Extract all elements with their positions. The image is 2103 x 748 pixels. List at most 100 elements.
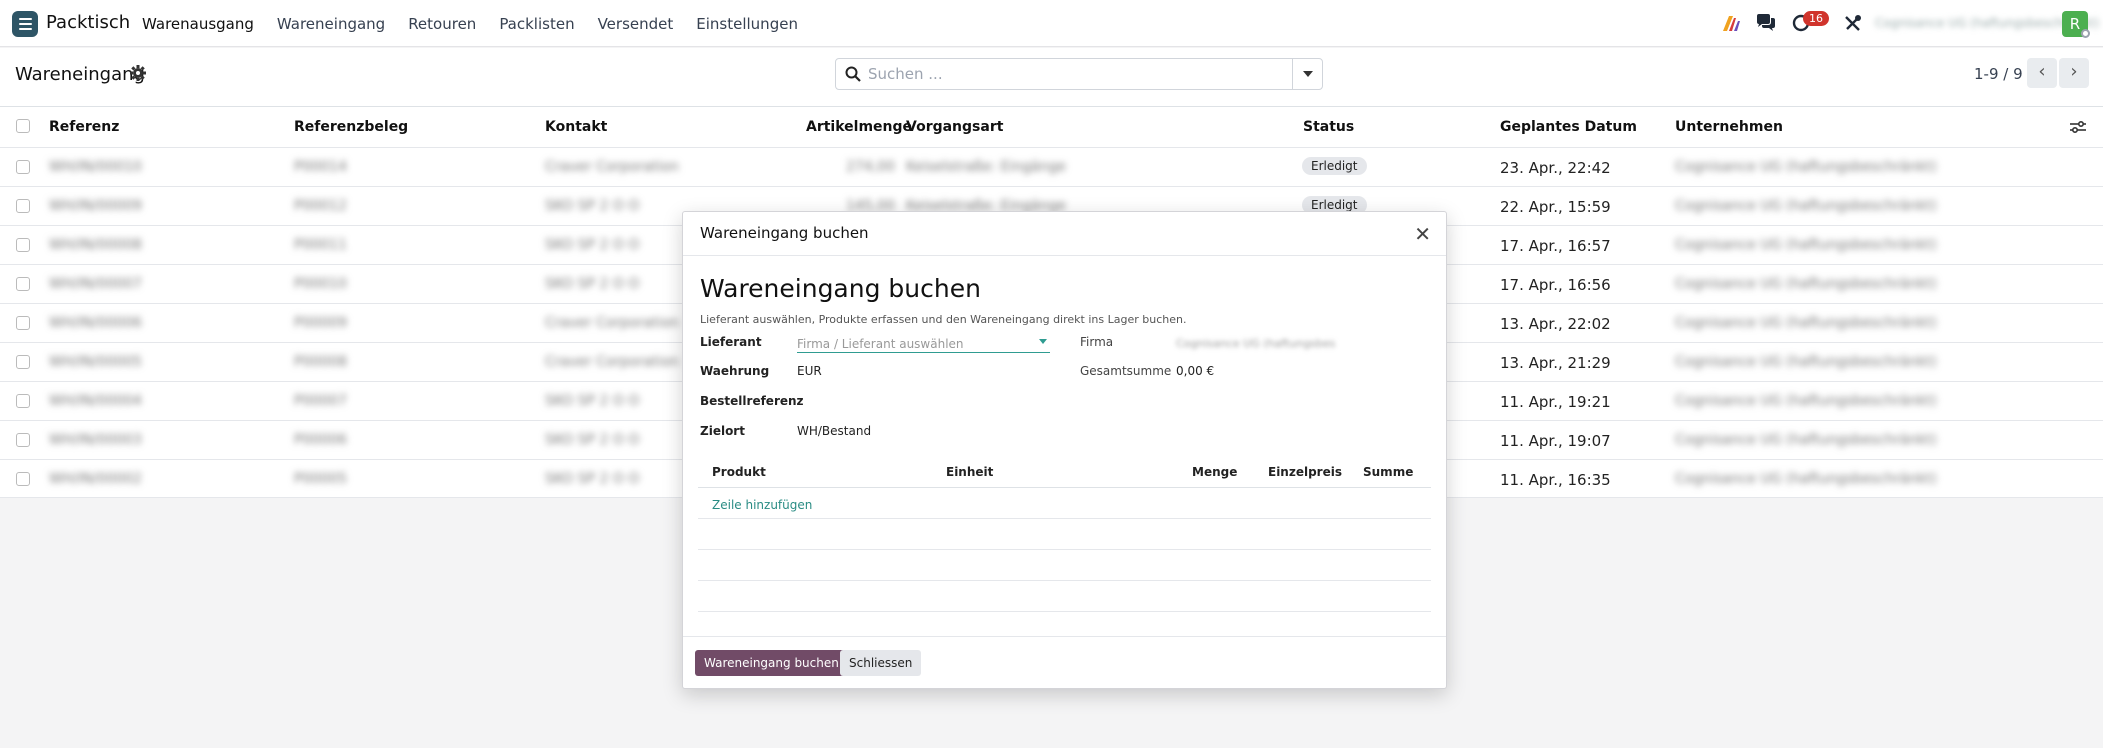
cell-artikelmenge: 274,00 [846,159,895,175]
cell-kontakt: SKO SP 2 O O [545,198,640,214]
column-produkt: Produkt [712,465,766,479]
currency-label: Waehrung [700,364,770,378]
menu-wareneingang[interactable]: Wareneingang [277,15,385,33]
control-panel: Wareneingang 1-9 / 9 ‹ › [0,48,2103,106]
cell-kontakt: SKO SP 2 O O [545,471,640,487]
cell-geplantes-datum: 13. Apr., 22:02 [1500,315,1611,333]
menu-einstellungen[interactable]: Einstellungen [696,15,798,33]
select-all-checkbox[interactable] [16,119,30,133]
gear-icon[interactable] [130,65,146,81]
column-summe: Summe [1363,465,1414,479]
app-logo-icon[interactable] [12,11,38,37]
currency-value[interactable]: EUR [797,364,822,378]
column-menge: Menge [1192,465,1238,479]
status-badge: Erledigt [1302,157,1367,175]
menu-versendet[interactable]: Versendet [598,15,674,33]
ai-icon[interactable] [1722,14,1742,32]
cell-kontakt: Craver Corporation [545,354,679,370]
cell-geplantes-datum: 17. Apr., 16:57 [1500,237,1611,255]
cell-referenzbeleg: P00005 [294,471,347,487]
row-checkbox[interactable] [16,238,30,252]
cell-referenz: WH/IN/00006 [49,315,142,331]
column-einzelpreis: Einzelpreis [1268,465,1342,479]
row-checkbox[interactable] [16,433,30,447]
cell-referenzbeleg: P00007 [294,393,347,409]
cell-referenz: WH/IN/00008 [49,237,142,253]
cell-kontakt: Craver Corporation [545,315,679,331]
optional-columns-icon[interactable] [2070,120,2086,134]
supplier-input[interactable] [797,337,1032,351]
cell-unternehmen: Cognisance UG (haftungsbeschränkt) [1675,276,1937,292]
cell-referenzbeleg: P00009 [294,315,347,331]
chevron-down-icon[interactable] [1039,339,1047,344]
cell-unternehmen: Cognisance UG (haftungsbeschränkt) [1675,198,1937,214]
cell-unternehmen: Cognisance UG (haftungsbeschränkt) [1675,237,1937,253]
confirm-receipt-button[interactable]: Wareneingang buchen [695,650,848,676]
table-row[interactable]: WH/IN/00010 P00014 Craver Corporation 27… [0,147,2103,186]
row-checkbox[interactable] [16,160,30,174]
row-checkbox[interactable] [16,316,30,330]
cell-referenzbeleg: P00011 [294,237,347,253]
row-checkbox[interactable] [16,394,30,408]
cell-unternehmen: Cognisance UG (haftungsbeschränkt) [1675,432,1937,448]
receipt-dialog: Wareneingang buchen ✕ Wareneingang buche… [682,211,1447,689]
add-line-row: Zeile hinzufügen [698,488,1431,519]
search-input[interactable] [868,63,1278,85]
product-table-header: Produkt Einheit Menge Einzelpreis Summe [698,454,1431,488]
pager-value[interactable]: 1-9 / 9 [1974,65,2023,83]
column-referenz[interactable]: Referenz [49,119,119,135]
close-icon[interactable]: ✕ [1414,222,1431,246]
cell-vorgangsart: Keiselstraße: Eingänge [906,159,1066,175]
dialog-description: Lieferant auswählen, Produkte erfassen u… [700,313,1187,326]
column-geplantes-datum[interactable]: Geplantes Datum [1500,119,1637,135]
app-name[interactable]: Packtisch [46,12,130,33]
dialog-title: Wareneingang buchen [700,274,981,303]
cell-geplantes-datum: 22. Apr., 15:59 [1500,198,1611,216]
row-checkbox[interactable] [16,277,30,291]
cell-kontakt: SKO SP 2 O O [545,393,640,409]
dialog-header: Wareneingang buchen ✕ [683,212,1446,256]
column-status[interactable]: Status [1303,119,1354,135]
supplier-label: Lieferant [700,335,762,349]
dialog-header-title: Wareneingang buchen [700,224,869,242]
cell-kontakt: SKO SP 2 O O [545,432,640,448]
firma-label: Firma [1080,335,1114,349]
cell-geplantes-datum: 11. Apr., 19:21 [1500,393,1611,411]
add-line-link[interactable]: Zeile hinzufügen [712,498,812,512]
cell-referenzbeleg: P00006 [294,432,347,448]
column-kontakt[interactable]: Kontakt [545,119,607,135]
cell-referenz: WH/IN/00010 [49,159,142,175]
cell-unternehmen: Cognisance UG (haftungsbeschränkt) [1675,354,1937,370]
empty-row [698,581,1431,612]
cell-geplantes-datum: 23. Apr., 22:42 [1500,159,1611,177]
cell-referenz: WH/IN/00003 [49,432,142,448]
firma-value: Cognisance UG (haftungsbes [1176,337,1336,350]
column-referenzbeleg[interactable]: Referenzbeleg [294,119,408,135]
menu-warenausgang[interactable]: Warenausgang [142,15,254,33]
menu-retouren[interactable]: Retouren [408,15,476,33]
chat-icon[interactable] [1756,14,1776,32]
row-checkbox[interactable] [16,472,30,486]
column-artikelmenge[interactable]: Artikelmenge [806,119,912,135]
column-einheit: Einheit [946,465,994,479]
cell-referenz: WH/IN/00002 [49,471,142,487]
column-vorgangsart[interactable]: Vorgangsart [906,119,1003,135]
close-button[interactable]: Schliessen [840,650,922,676]
pager-next-button[interactable]: › [2059,58,2089,88]
cell-referenz: WH/IN/00005 [49,354,142,370]
pager-previous-button[interactable]: ‹ [2027,58,2057,88]
destination-value[interactable]: WH/Bestand [797,424,871,438]
column-unternehmen[interactable]: Unternehmen [1675,119,1783,135]
top-navbar: Packtisch Warenausgang Wareneingang Reto… [0,0,2103,47]
debug-tools-icon[interactable] [1844,14,1862,32]
cell-geplantes-datum: 11. Apr., 19:07 [1500,432,1611,450]
cell-kontakt: Craver Corporation [545,159,679,175]
menu-packlisten[interactable]: Packlisten [499,15,574,33]
cell-kontakt: SKO SP 2 O O [545,276,640,292]
cell-referenz: WH/IN/00009 [49,198,142,214]
row-checkbox[interactable] [16,355,30,369]
search-options-dropdown[interactable] [1292,59,1322,89]
cell-referenzbeleg: P00008 [294,354,347,370]
search-box [835,58,1323,90]
row-checkbox[interactable] [16,199,30,213]
